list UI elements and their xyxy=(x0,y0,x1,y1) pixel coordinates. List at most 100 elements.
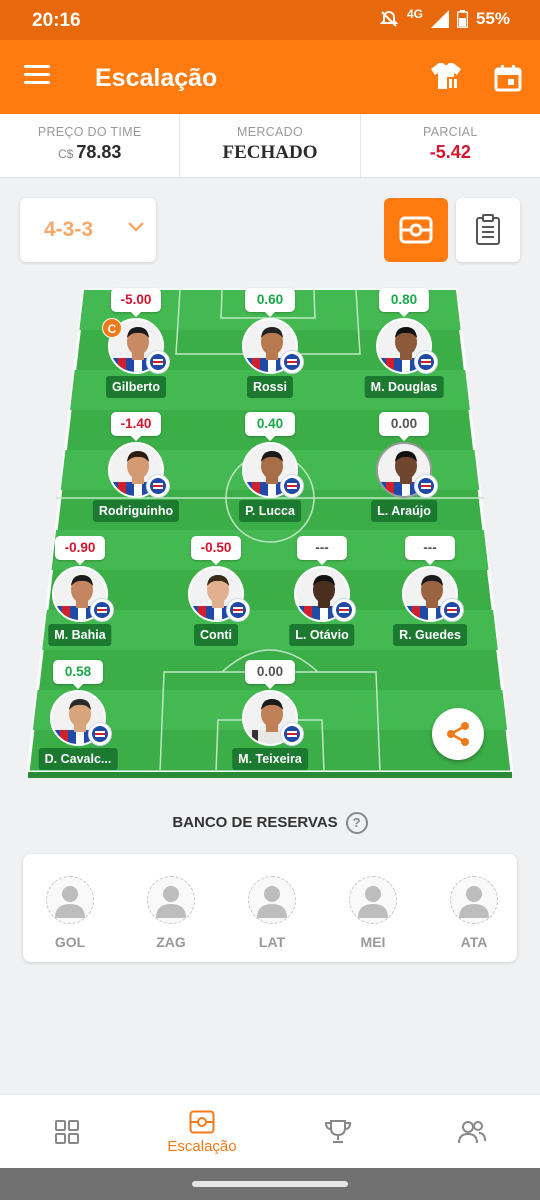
page-title: Escalação xyxy=(95,64,218,92)
team-crest-icon xyxy=(230,602,246,618)
status-bar: 20:16 4G 55% xyxy=(0,0,540,40)
captain-badge: C xyxy=(102,318,122,338)
player-name: M. Teixeira xyxy=(232,748,308,770)
player-name: Gilberto xyxy=(106,376,166,398)
team-price: PREÇO DO TIME C$ 78.83 xyxy=(0,114,181,177)
player-score: 0.58 xyxy=(53,660,103,689)
menu-icon[interactable] xyxy=(24,65,50,85)
player-name: M. Douglas xyxy=(364,376,444,398)
player-name: Rodriguinho xyxy=(92,500,180,522)
team-summary: PREÇO DO TIME C$ 78.83 MERCADO FECHADO PA… xyxy=(0,114,540,178)
team-crest-icon xyxy=(284,478,300,494)
status-time: 20:16 xyxy=(32,10,81,31)
team-crest-icon xyxy=(332,598,356,622)
player-score: --- xyxy=(405,536,455,565)
grid-icon xyxy=(55,1120,79,1144)
clipboard-icon xyxy=(476,214,500,245)
bottom-nav: Escalação xyxy=(0,1094,540,1168)
team-crest-icon xyxy=(418,478,434,494)
battery-level: 55% xyxy=(475,9,510,28)
player-score: 0.60 xyxy=(245,288,295,317)
chevron-down-icon xyxy=(128,222,144,232)
player-name: R. Guedes xyxy=(393,624,467,646)
team-crest-icon xyxy=(284,354,300,370)
empty-player-icon xyxy=(349,876,397,924)
player-name: L. Otávio xyxy=(289,624,355,646)
share-button[interactable] xyxy=(432,708,484,760)
team-crest-icon xyxy=(444,602,460,618)
player-name: P. Lucca xyxy=(239,500,301,522)
bench-slot[interactable]: LAT xyxy=(242,876,302,950)
player-name: D. Cavalc... xyxy=(38,748,118,770)
bench-slot-label: ZAG xyxy=(156,934,186,950)
field-view-button[interactable] xyxy=(384,198,448,262)
player-name: M. Bahia xyxy=(48,624,112,646)
bench-slot[interactable]: MEI xyxy=(343,876,403,950)
player-score: -0.90 xyxy=(55,536,105,565)
bench-slot-label: LAT xyxy=(258,934,286,950)
partial-score: PARCIAL -5.42 xyxy=(422,125,478,162)
shirt-icon[interactable] xyxy=(430,60,462,92)
team-crest-icon xyxy=(150,354,166,370)
nav-escalacao[interactable]: Escalação xyxy=(152,1095,252,1169)
team-crest-icon xyxy=(90,598,114,622)
nav-leagues[interactable] xyxy=(288,1095,388,1169)
bench-slot-label: GOL xyxy=(54,934,86,950)
nav-home[interactable] xyxy=(17,1095,117,1169)
team-crest-icon xyxy=(418,354,434,370)
player-score: 0.40 xyxy=(245,412,295,441)
team-crest-icon xyxy=(414,474,438,498)
empty-player-icon xyxy=(147,876,195,924)
formation-select[interactable]: 4-3-3 xyxy=(20,198,156,262)
team-crest-icon xyxy=(88,722,112,746)
team-crest-icon xyxy=(414,350,438,374)
team-crest-icon xyxy=(94,602,110,618)
trophy-icon xyxy=(324,1120,352,1143)
formation-value: 4-3-3 xyxy=(44,218,94,241)
player-score: 0.80 xyxy=(379,288,429,317)
team-crest-icon xyxy=(226,598,250,622)
team-crest-icon xyxy=(146,350,170,374)
pitch: -5.00 C Gilberto 0.60 Rossi 0.80 M. Douglas -1.… xyxy=(26,288,514,778)
team-crest-icon xyxy=(284,726,300,742)
bench-slot[interactable]: ATA xyxy=(444,876,504,950)
team-crest-icon xyxy=(280,350,304,374)
player-name: Conti xyxy=(194,624,238,646)
calendar-icon[interactable] xyxy=(494,64,522,92)
empty-player-icon xyxy=(46,876,94,924)
player-score: 0.00 xyxy=(245,660,295,689)
nav-escalacao-label: Escalação xyxy=(167,1137,237,1155)
player-score: -1.40 xyxy=(111,412,161,441)
silent-icon xyxy=(379,10,399,27)
people-icon xyxy=(458,1121,486,1144)
player-score: -0.50 xyxy=(191,536,241,565)
team-crest-icon xyxy=(150,478,166,494)
bench-slot-label: MEI xyxy=(360,934,386,950)
bench-slot[interactable]: GOL xyxy=(40,876,100,950)
bench: GOL ZAG LAT MEI ATA xyxy=(23,854,517,962)
signal-icon xyxy=(430,10,449,28)
player-score: 0.00 xyxy=(379,412,429,441)
player-score: --- xyxy=(297,536,347,565)
team-crest-icon xyxy=(336,602,352,618)
player-name: Rossi xyxy=(246,376,294,398)
bench-slot[interactable]: ZAG xyxy=(141,876,201,950)
field-view-icon xyxy=(189,1110,215,1133)
help-icon[interactable]: ? xyxy=(345,812,368,834)
battery-icon xyxy=(456,10,468,28)
list-view-button[interactable] xyxy=(456,198,520,262)
team-crest-icon xyxy=(146,474,170,498)
nav-friends[interactable] xyxy=(422,1095,522,1169)
app-bar: Escalação xyxy=(0,40,540,114)
share-icon xyxy=(447,722,469,746)
player-name: L. Araújo xyxy=(371,500,437,522)
team-crest-icon xyxy=(280,722,304,746)
system-nav-bar xyxy=(0,1168,540,1200)
team-crest-icon xyxy=(280,474,304,498)
field-view-icon xyxy=(399,216,433,244)
home-indicator[interactable] xyxy=(192,1181,348,1187)
team-crest-icon xyxy=(92,726,108,742)
bench-slot-label: ATA xyxy=(460,934,488,950)
empty-player-icon xyxy=(450,876,498,924)
empty-player-icon xyxy=(248,876,296,924)
